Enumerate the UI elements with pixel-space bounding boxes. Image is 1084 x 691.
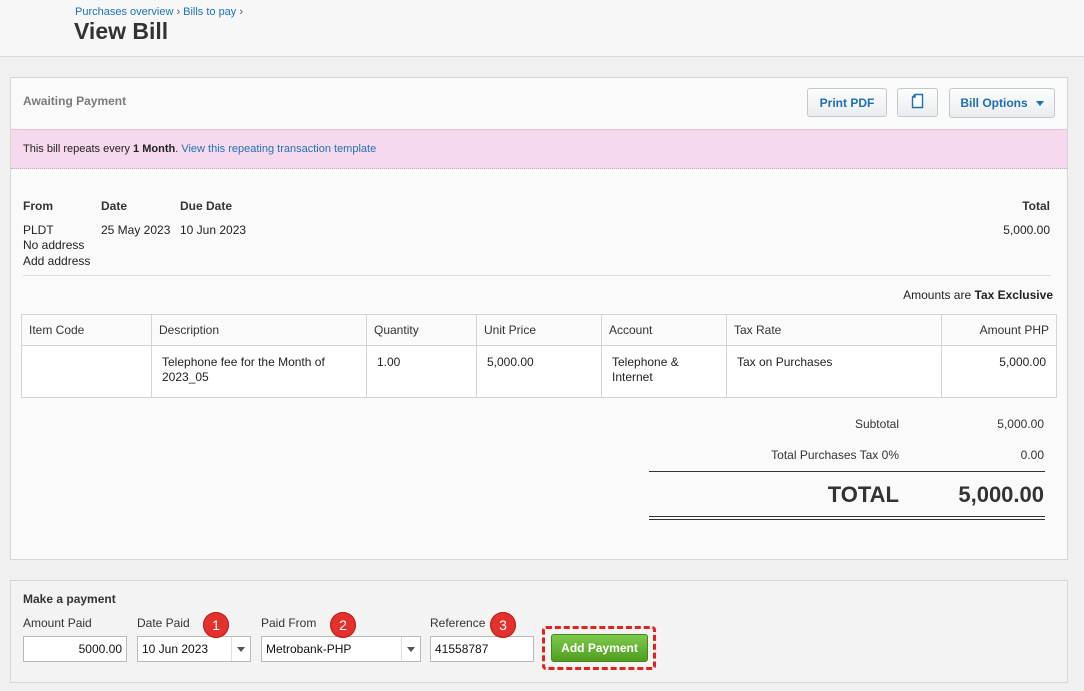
page-title: View Bill [74, 18, 169, 44]
total-header: Total [1022, 199, 1050, 213]
table-row: Telephone fee for the Month of 2023_05 1… [21, 345, 1057, 398]
due-date-header: Due Date [180, 199, 233, 213]
total-label: TOTAL [827, 482, 899, 507]
chevron-down-icon [1035, 100, 1044, 106]
amounts-are-label: Amounts are [903, 288, 972, 302]
reference-label: Reference [430, 616, 486, 630]
subtotal-label: Subtotal [854, 417, 899, 431]
breadcrumb-separator: › [176, 6, 181, 18]
supplier-link[interactable]: PLDT [23, 223, 54, 237]
step-badge-3: 3 [490, 612, 516, 638]
col-account: Account [601, 314, 727, 346]
cell-tax-rate: Tax on Purchases [726, 345, 942, 398]
total-double-line [649, 519, 1045, 520]
repeat-text-prefix: This bill repeats every [23, 143, 134, 155]
reference-input[interactable] [430, 636, 534, 662]
repeating-template-link[interactable]: View this repeating transaction template [181, 143, 376, 155]
total-double-line [649, 516, 1045, 517]
bill-options-button[interactable]: Bill Options [949, 88, 1055, 118]
cell-quantity: 1.00 [366, 345, 477, 398]
totals-divider [649, 471, 1045, 472]
bill-options-label: Bill Options [960, 96, 1028, 110]
cell-amount: 5,000.00 [941, 345, 1057, 398]
date-paid-label: Date Paid [137, 616, 190, 630]
bill-due-date: 10 Jun 2023 [180, 223, 247, 237]
breadcrumb-bills-to-pay[interactable]: Bills to pay [183, 6, 236, 18]
step-badge-2: 2 [330, 612, 356, 638]
col-amount: Amount PHP [941, 314, 1057, 346]
table-header-row: Item Code Description Quantity Unit Pric… [21, 314, 1057, 346]
cell-description: Telephone fee for the Month of 2023_05 [151, 345, 367, 398]
amounts-are-note: Amounts are Tax Exclusive [903, 288, 1053, 302]
col-tax-rate: Tax Rate [726, 314, 942, 346]
tax-mode: Tax Exclusive [974, 288, 1054, 302]
col-quantity: Quantity [366, 314, 477, 346]
col-unit-price: Unit Price [476, 314, 602, 346]
bill-date: 25 May 2023 [101, 223, 171, 237]
breadcrumb: Purchases overview › Bills to pay › [75, 6, 246, 18]
tax-value: 0.00 [1020, 448, 1044, 462]
repeat-period: 1 Month [133, 143, 176, 155]
bill-total: 5,000.00 [1003, 223, 1050, 237]
divider [23, 275, 1051, 276]
col-description: Description [151, 314, 367, 346]
no-address-text: No address [23, 238, 85, 252]
add-payment-highlight: Add Payment [542, 626, 656, 670]
paid-from-label: Paid From [261, 616, 317, 630]
chevron-down-icon [237, 646, 245, 652]
paid-from-input[interactable] [262, 637, 400, 661]
tax-label: Total Purchases Tax 0% [771, 448, 899, 462]
amount-paid-input[interactable] [23, 636, 127, 662]
add-payment-button[interactable]: Add Payment [551, 634, 648, 662]
date-paid-input[interactable] [138, 637, 230, 661]
paid-from-dropdown-button[interactable] [401, 637, 420, 661]
breadcrumb-separator: › [239, 6, 243, 18]
repeat-banner: This bill repeats every 1 Month. View th… [11, 129, 1067, 169]
date-paid-picker [137, 636, 251, 662]
print-pdf-button[interactable]: Print PDF [807, 88, 887, 117]
date-dropdown-button[interactable] [231, 637, 250, 661]
bill-status: Awaiting Payment [23, 94, 127, 108]
breadcrumb-purchases-overview[interactable]: Purchases overview [75, 6, 173, 18]
amount-paid-label: Amount Paid [23, 616, 92, 630]
line-items-table: Item Code Description Quantity Unit Pric… [21, 314, 1057, 398]
cell-unit-price: 5,000.00 [476, 345, 602, 398]
subtotal-value: 5,000.00 [997, 417, 1044, 431]
date-header: Date [101, 199, 128, 213]
cell-item-code [21, 345, 152, 398]
paid-from-select [261, 636, 421, 662]
step-badge-1: 1 [203, 612, 229, 638]
copy-bill-button[interactable] [897, 88, 938, 117]
from-header: From [23, 199, 53, 213]
page-header: Purchases overview › Bills to pay › View Bi… [0, 0, 1084, 57]
chevron-down-icon [407, 646, 415, 652]
col-item-code: Item Code [21, 314, 152, 346]
cell-account: Telephone & Internet [601, 345, 727, 398]
payment-panel: Make a payment Amount Paid Date Paid 1 P… [10, 580, 1068, 683]
copy-document-icon [911, 93, 924, 112]
add-address-link[interactable]: Add address [23, 254, 90, 268]
total-value: 5,000.00 [958, 482, 1044, 507]
bill-panel: Awaiting Payment Print PDF Bill Options … [10, 77, 1068, 560]
make-payment-title: Make a payment [23, 592, 116, 606]
